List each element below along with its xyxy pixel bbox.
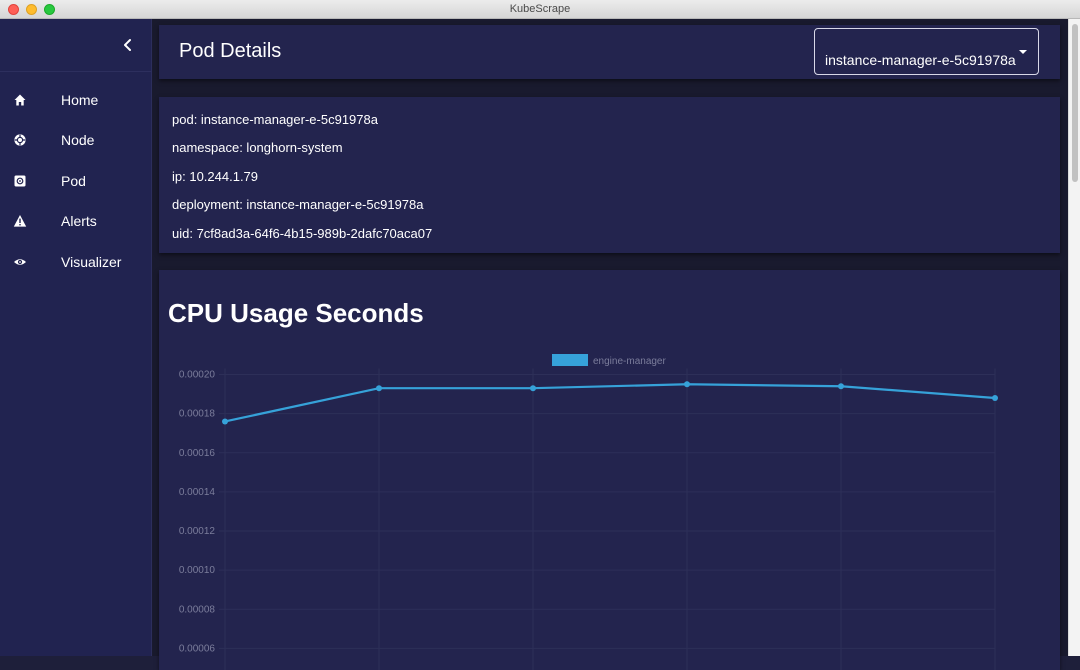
scrollbar[interactable] [1068, 19, 1080, 656]
sidebar-item-label: Node [61, 132, 95, 148]
pod-info-card: pod: instance-manager-e-5c91978a namespa… [159, 97, 1060, 253]
eye-icon [14, 259, 26, 265]
cpu-usage-chart: 0.00020 0.00018 0.00016 0.00014 0.00012 0.000… [179, 354, 998, 670]
chevron-left-icon [124, 39, 131, 51]
sidebar-item-label: Home [61, 92, 99, 108]
pod-deployment-line: deployment: instance-manager-e-5c91978a [172, 197, 424, 212]
pod-name-line: pod: instance-manager-e-5c91978a [172, 112, 378, 127]
y-tick-label: 0.00008 [179, 604, 216, 615]
scrollbar-thumb[interactable] [1072, 24, 1078, 182]
sidebar-item-home[interactable]: Home [0, 80, 152, 120]
chart-title: CPU Usage Seconds [168, 298, 424, 328]
series-line [224, 383, 996, 423]
y-tick-label: 0.00010 [179, 565, 216, 576]
dropdown-caret-icon [1019, 50, 1027, 54]
page-title: Pod Details [179, 40, 282, 62]
pod-uid-line: uid: 7cf8ad3a-64f6-4b15-989b-2dafc70aca0… [172, 226, 433, 241]
sidebar-item-label: Pod [61, 173, 86, 189]
sidebar-item-node[interactable]: Node [0, 120, 152, 160]
cpu-usage-card: CPU Usage Seconds 0.00020 0.00018 0.00016 0… [159, 270, 1060, 670]
pod-ip-line: ip: 10.244.1.79 [172, 169, 259, 184]
pod-select-value: instance-manager-e-5c91978a [825, 52, 1016, 68]
data-point [992, 394, 998, 401]
sidebar-item-label: Alerts [61, 213, 97, 229]
data-point [222, 418, 228, 425]
sidebar-collapse-button[interactable] [118, 35, 138, 55]
window-title: KubeScrape [509, 3, 571, 15]
legend-swatch [552, 354, 588, 366]
pod-icon [14, 175, 26, 187]
window-titlebar: KubeScrape [0, 0, 1080, 19]
sidebar-divider [0, 71, 152, 72]
data-point [838, 383, 844, 390]
data-point [684, 381, 690, 388]
sidebar-item-visualizer[interactable]: Visualizer [0, 242, 152, 282]
home-icon [14, 94, 26, 106]
main-content: Pod Details instance-manager-e-5c91978a … [152, 19, 1068, 670]
data-point [376, 385, 382, 392]
y-tick-label: 0.00018 [179, 409, 216, 420]
y-tick-label: 0.00014 [179, 487, 216, 498]
y-tick-label: 0.00020 [179, 370, 216, 381]
sidebar-item-label: Visualizer [61, 254, 122, 270]
sidebar-item-alerts[interactable]: Alerts [0, 201, 152, 241]
alert-icon [13, 215, 27, 227]
pod-namespace-line: namespace: longhorn-system [172, 140, 343, 155]
sidebar-item-pod[interactable]: Pod [0, 161, 152, 201]
data-point [530, 385, 536, 392]
y-tick-label: 0.00012 [179, 526, 216, 537]
legend-label: engine-manager [593, 356, 666, 367]
page-header: Pod Details instance-manager-e-5c91978a [159, 25, 1060, 79]
y-tick-label: 0.00006 [179, 643, 216, 654]
sidebar: Home Node Pod Alerts Visualizer [0, 19, 152, 656]
node-icon [14, 134, 26, 146]
pod-select[interactable]: instance-manager-e-5c91978a [814, 28, 1039, 75]
y-tick-label: 0.00016 [179, 448, 216, 459]
